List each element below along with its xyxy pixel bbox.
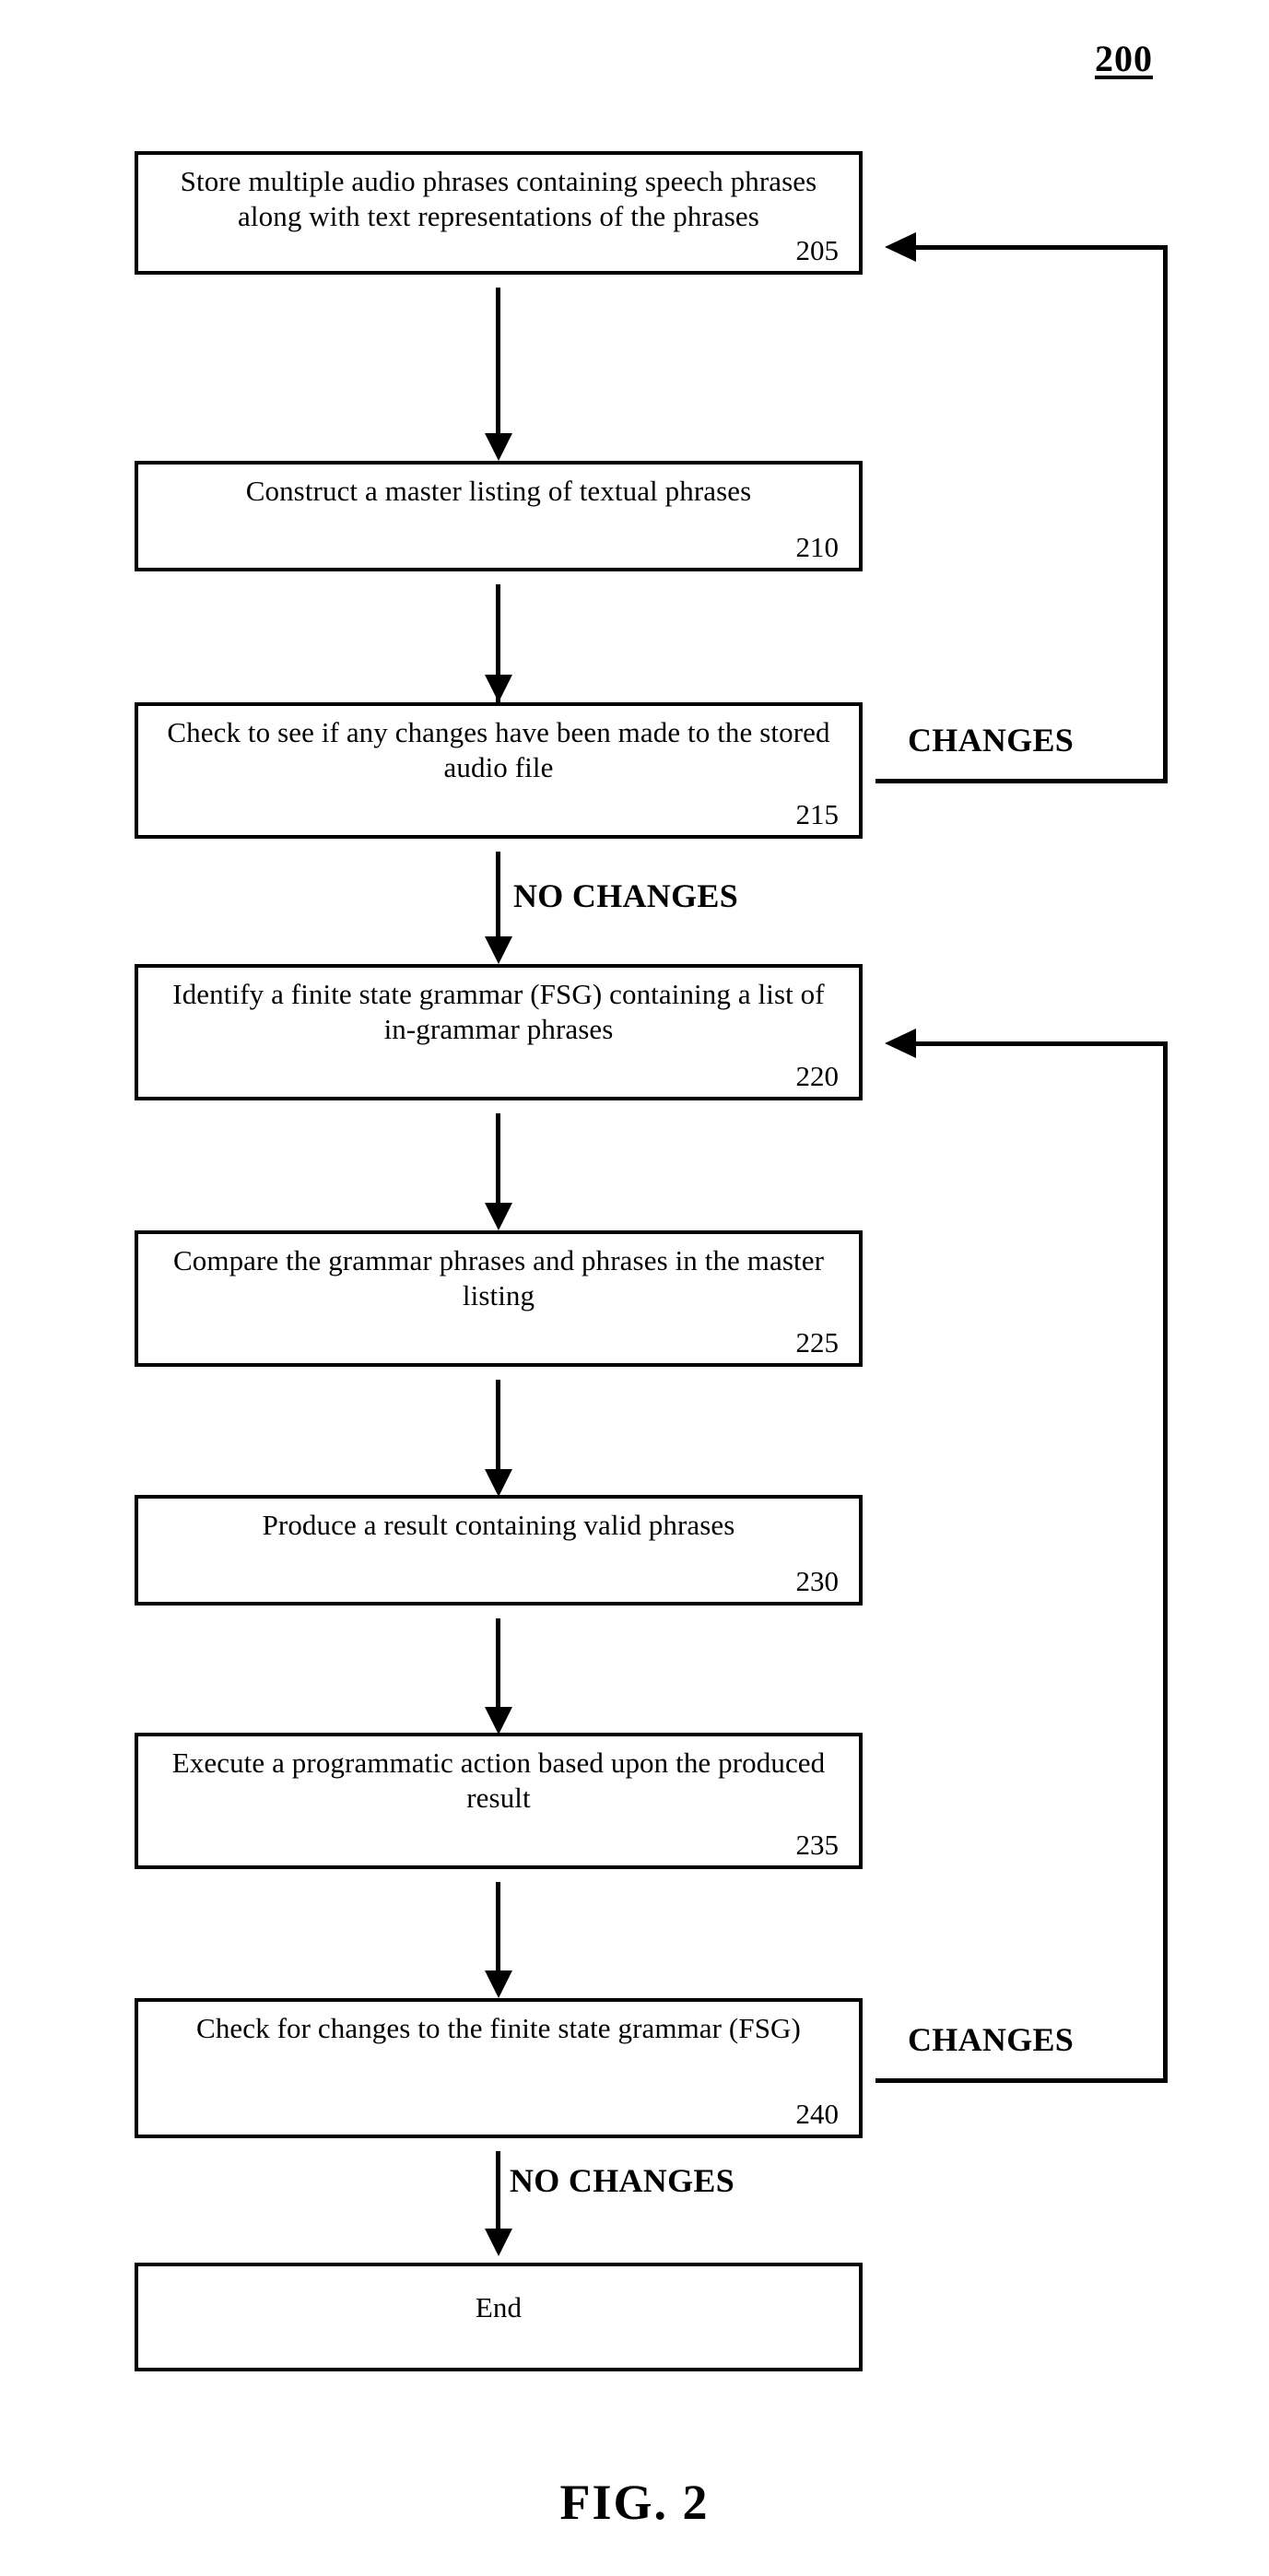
connector-240-end <box>496 2151 500 2236</box>
process-box-215: Check to see if any changes have been ma… <box>135 702 872 848</box>
connector-205-210 <box>496 288 500 440</box>
arrowhead-240-end <box>485 2229 512 2256</box>
feedback-240-220-vertical <box>1163 1041 1168 2083</box>
process-box-235-ref: 235 <box>795 1828 840 1861</box>
figure-caption: FIG. 2 <box>559 2475 710 2530</box>
process-box-210-text: Construct a master listing of textual ph… <box>245 475 752 507</box>
process-box-220: Identify a finite state grammar (FSG) co… <box>135 964 872 1110</box>
process-box-215-text: Check to see if any changes have been ma… <box>167 716 830 784</box>
process-box-240: Check for changes to the finite state gr… <box>135 1998 872 2147</box>
feedback-215-205-vertical <box>1163 245 1168 782</box>
arrowhead-205-210 <box>485 433 512 461</box>
arrowhead-225-230 <box>485 1469 512 1497</box>
terminator-box-end: End <box>135 2263 872 2381</box>
arrowhead-230-235 <box>485 1707 512 1735</box>
branch-label-changes-215: CHANGES <box>908 722 1075 759</box>
process-box-205-text: Store multiple audio phrases containing … <box>180 165 817 233</box>
process-box-225-ref: 225 <box>795 1325 840 1359</box>
branch-label-no-changes-215: NO CHANGES <box>513 877 739 914</box>
process-box-240-ref: 240 <box>795 2097 840 2130</box>
process-box-210: Construct a master listing of textual ph… <box>135 461 872 581</box>
figure-page: 200 Store multiple audio phrases contain… <box>0 0 1269 2576</box>
process-box-215-ref: 215 <box>795 797 840 830</box>
arrowhead-215-220 <box>485 936 512 964</box>
arrowhead-215-205 <box>885 232 916 262</box>
terminator-box-end-text: End <box>475 2291 523 2323</box>
arrowhead-240-220 <box>885 1029 916 1058</box>
connector-225-230 <box>496 1380 500 1481</box>
branch-label-changes-240: CHANGES <box>908 2021 1075 2058</box>
feedback-215-205-horizontal-top <box>916 245 1167 250</box>
connector-215-220 <box>496 852 500 944</box>
arrowhead-235-240 <box>485 1970 512 1998</box>
process-box-205-ref: 205 <box>795 233 840 266</box>
process-box-235-text: Execute a programmatic action based upon… <box>171 1747 826 1815</box>
process-box-240-text: Check for changes to the finite state gr… <box>196 2012 801 2044</box>
process-box-220-text: Identify a finite state grammar (FSG) co… <box>172 978 825 1046</box>
process-box-205: Store multiple audio phrases containing … <box>135 151 872 284</box>
process-box-220-ref: 220 <box>795 1059 840 1092</box>
process-box-235: Execute a programmatic action based upon… <box>135 1733 872 1878</box>
feedback-215-205-horizontal-bottom <box>875 779 1168 783</box>
process-box-230-ref: 230 <box>795 1564 840 1597</box>
process-box-230-text: Produce a result containing valid phrase… <box>262 1509 735 1541</box>
process-box-225: Compare the grammar phrases and phrases … <box>135 1230 872 1376</box>
figure-number-label: 200 <box>1095 38 1153 79</box>
arrowhead-210-215 <box>485 675 512 702</box>
arrowhead-220-225 <box>485 1203 512 1230</box>
feedback-240-220-horizontal-bottom <box>875 2078 1168 2083</box>
branch-label-no-changes-240: NO CHANGES <box>510 2162 735 2199</box>
process-box-210-ref: 210 <box>795 530 840 563</box>
connector-220-225 <box>496 1113 500 1215</box>
feedback-240-220-horizontal-top <box>916 1041 1167 1046</box>
process-box-230: Produce a result containing valid phrase… <box>135 1495 872 1615</box>
process-box-225-text: Compare the grammar phrases and phrases … <box>172 1244 824 1312</box>
